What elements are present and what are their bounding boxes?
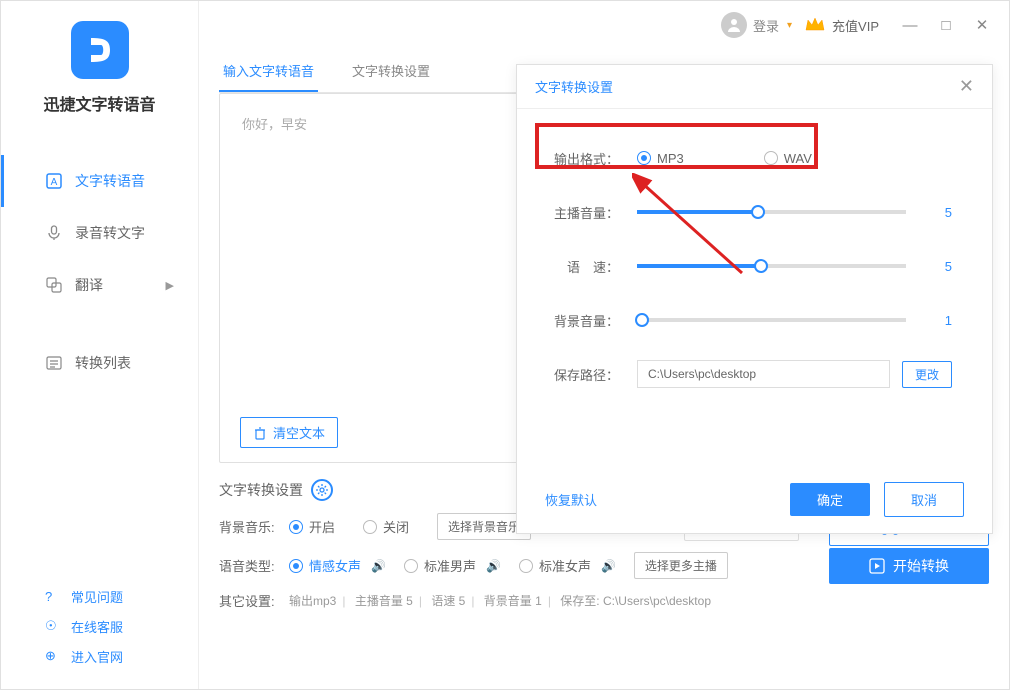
trash-icon: [253, 426, 267, 440]
path-input[interactable]: [637, 360, 890, 388]
nav-label: 翻译: [75, 275, 103, 295]
tab-settings[interactable]: 文字转换设置: [348, 49, 434, 92]
logo-box: 迅捷文字转语音: [1, 1, 198, 125]
speaker-icon: 🔊: [601, 559, 616, 573]
slider-bg[interactable]: [637, 318, 906, 322]
radio-voice-1[interactable]: 情感女声: [289, 556, 361, 575]
radio-wav[interactable]: WAV: [764, 151, 812, 166]
nav: A 文字转语音 录音转文字 翻译 ▶ 转换列表: [1, 155, 198, 389]
link-website[interactable]: ⊕进入官网: [45, 641, 198, 671]
restore-defaults-link[interactable]: 恢复默认: [545, 490, 597, 509]
radio-voice-3[interactable]: 标准女声: [519, 556, 591, 575]
start-button[interactable]: 开始转换: [829, 548, 989, 584]
question-icon: ?: [45, 589, 61, 604]
row-bg-volume: 背景音量： 1: [539, 293, 952, 347]
close-button[interactable]: ✕: [967, 16, 997, 34]
dialog-close-button[interactable]: ✕: [959, 76, 974, 97]
radio-mp3[interactable]: MP3: [637, 151, 684, 166]
speaker-icon: 🔊: [371, 559, 386, 573]
bottom-links: ?常见问题 ☉在线客服 ⊕进入官网: [1, 567, 198, 689]
minimize-button[interactable]: —: [895, 17, 925, 34]
ok-button[interactable]: 确定: [790, 483, 870, 516]
translate-icon: [45, 276, 63, 294]
nav-label: 文字转语音: [75, 171, 145, 191]
globe-icon: ⊕: [45, 648, 61, 664]
row-volume: 主播音量： 5: [539, 185, 952, 239]
more-voices-button[interactable]: 选择更多主播: [634, 552, 728, 579]
gear-icon[interactable]: [311, 479, 333, 501]
avatar[interactable]: [721, 12, 747, 38]
settings-dialog: 文字转换设置 ✕ 输出格式： MP3 WAV 主播音量： 5 语 速：: [516, 64, 993, 534]
slider-speed[interactable]: [637, 264, 906, 268]
chevron-right-icon: ▶: [166, 279, 174, 292]
row-output-format: 输出格式： MP3 WAV: [539, 131, 952, 185]
clear-button[interactable]: 清空文本: [240, 417, 338, 448]
maximize-button[interactable]: □: [931, 17, 961, 34]
chevron-down-icon[interactable]: ▾: [787, 20, 792, 31]
change-path-button[interactable]: 更改: [902, 361, 952, 388]
tab-input[interactable]: 输入文字转语音: [219, 49, 318, 92]
sidebar: 迅捷文字转语音 A 文字转语音 录音转文字 翻译 ▶ 转换列表 ?常见问题: [1, 1, 199, 689]
vip-link[interactable]: 充值VIP: [832, 16, 879, 35]
nav-item-tts[interactable]: A 文字转语音: [1, 155, 198, 207]
nav-item-translate[interactable]: 翻译 ▶: [1, 259, 198, 311]
slider-volume[interactable]: [637, 210, 906, 214]
row-path: 保存路径： 更改: [539, 347, 952, 401]
cancel-button[interactable]: 取消: [884, 482, 964, 517]
radio-bg-off[interactable]: 关闭: [363, 517, 409, 536]
radio-voice-2[interactable]: 标准男声: [404, 556, 476, 575]
nav-item-list[interactable]: 转换列表: [1, 337, 198, 389]
svg-text:A: A: [51, 177, 58, 188]
row-speed: 语 速： 5: [539, 239, 952, 293]
radio-bg-on[interactable]: 开启: [289, 517, 335, 536]
text-icon: A: [45, 172, 63, 190]
dialog-title: 文字转换设置: [535, 77, 613, 96]
row-other: 其它设置: 输出mp3| 主播音量 5| 语速 5| 背景音量 1| 保存至: …: [219, 591, 989, 610]
link-support[interactable]: ☉在线客服: [45, 611, 198, 641]
mic-icon: [45, 224, 63, 242]
speaker-icon: 🔊: [486, 559, 501, 573]
crown-icon: [804, 14, 826, 36]
nav-label: 录音转文字: [75, 223, 145, 243]
row-voice-type: 语音类型: 情感女声 🔊 标准男声 🔊 标准女声 🔊 选择更多主播 开始转换: [219, 552, 989, 579]
list-icon: [45, 354, 63, 372]
headset-icon: ☉: [45, 618, 61, 634]
play-icon: [869, 558, 885, 574]
app-logo: [71, 21, 129, 79]
nav-label: 转换列表: [75, 353, 131, 373]
nav-item-stt[interactable]: 录音转文字: [1, 207, 198, 259]
settings-summary: 输出mp3| 主播音量 5| 语速 5| 背景音量 1| 保存至: C:\Use…: [289, 592, 711, 609]
link-faq[interactable]: ?常见问题: [45, 581, 198, 611]
app-name: 迅捷文字转语音: [1, 91, 198, 115]
main: 登录 ▾ 充值VIP — □ ✕ 输入文字转语音 文字转换设置 你好，早安 清空…: [199, 1, 1009, 689]
titlebar: 登录 ▾ 充值VIP — □ ✕: [199, 1, 1009, 49]
login-link[interactable]: 登录: [753, 16, 779, 35]
